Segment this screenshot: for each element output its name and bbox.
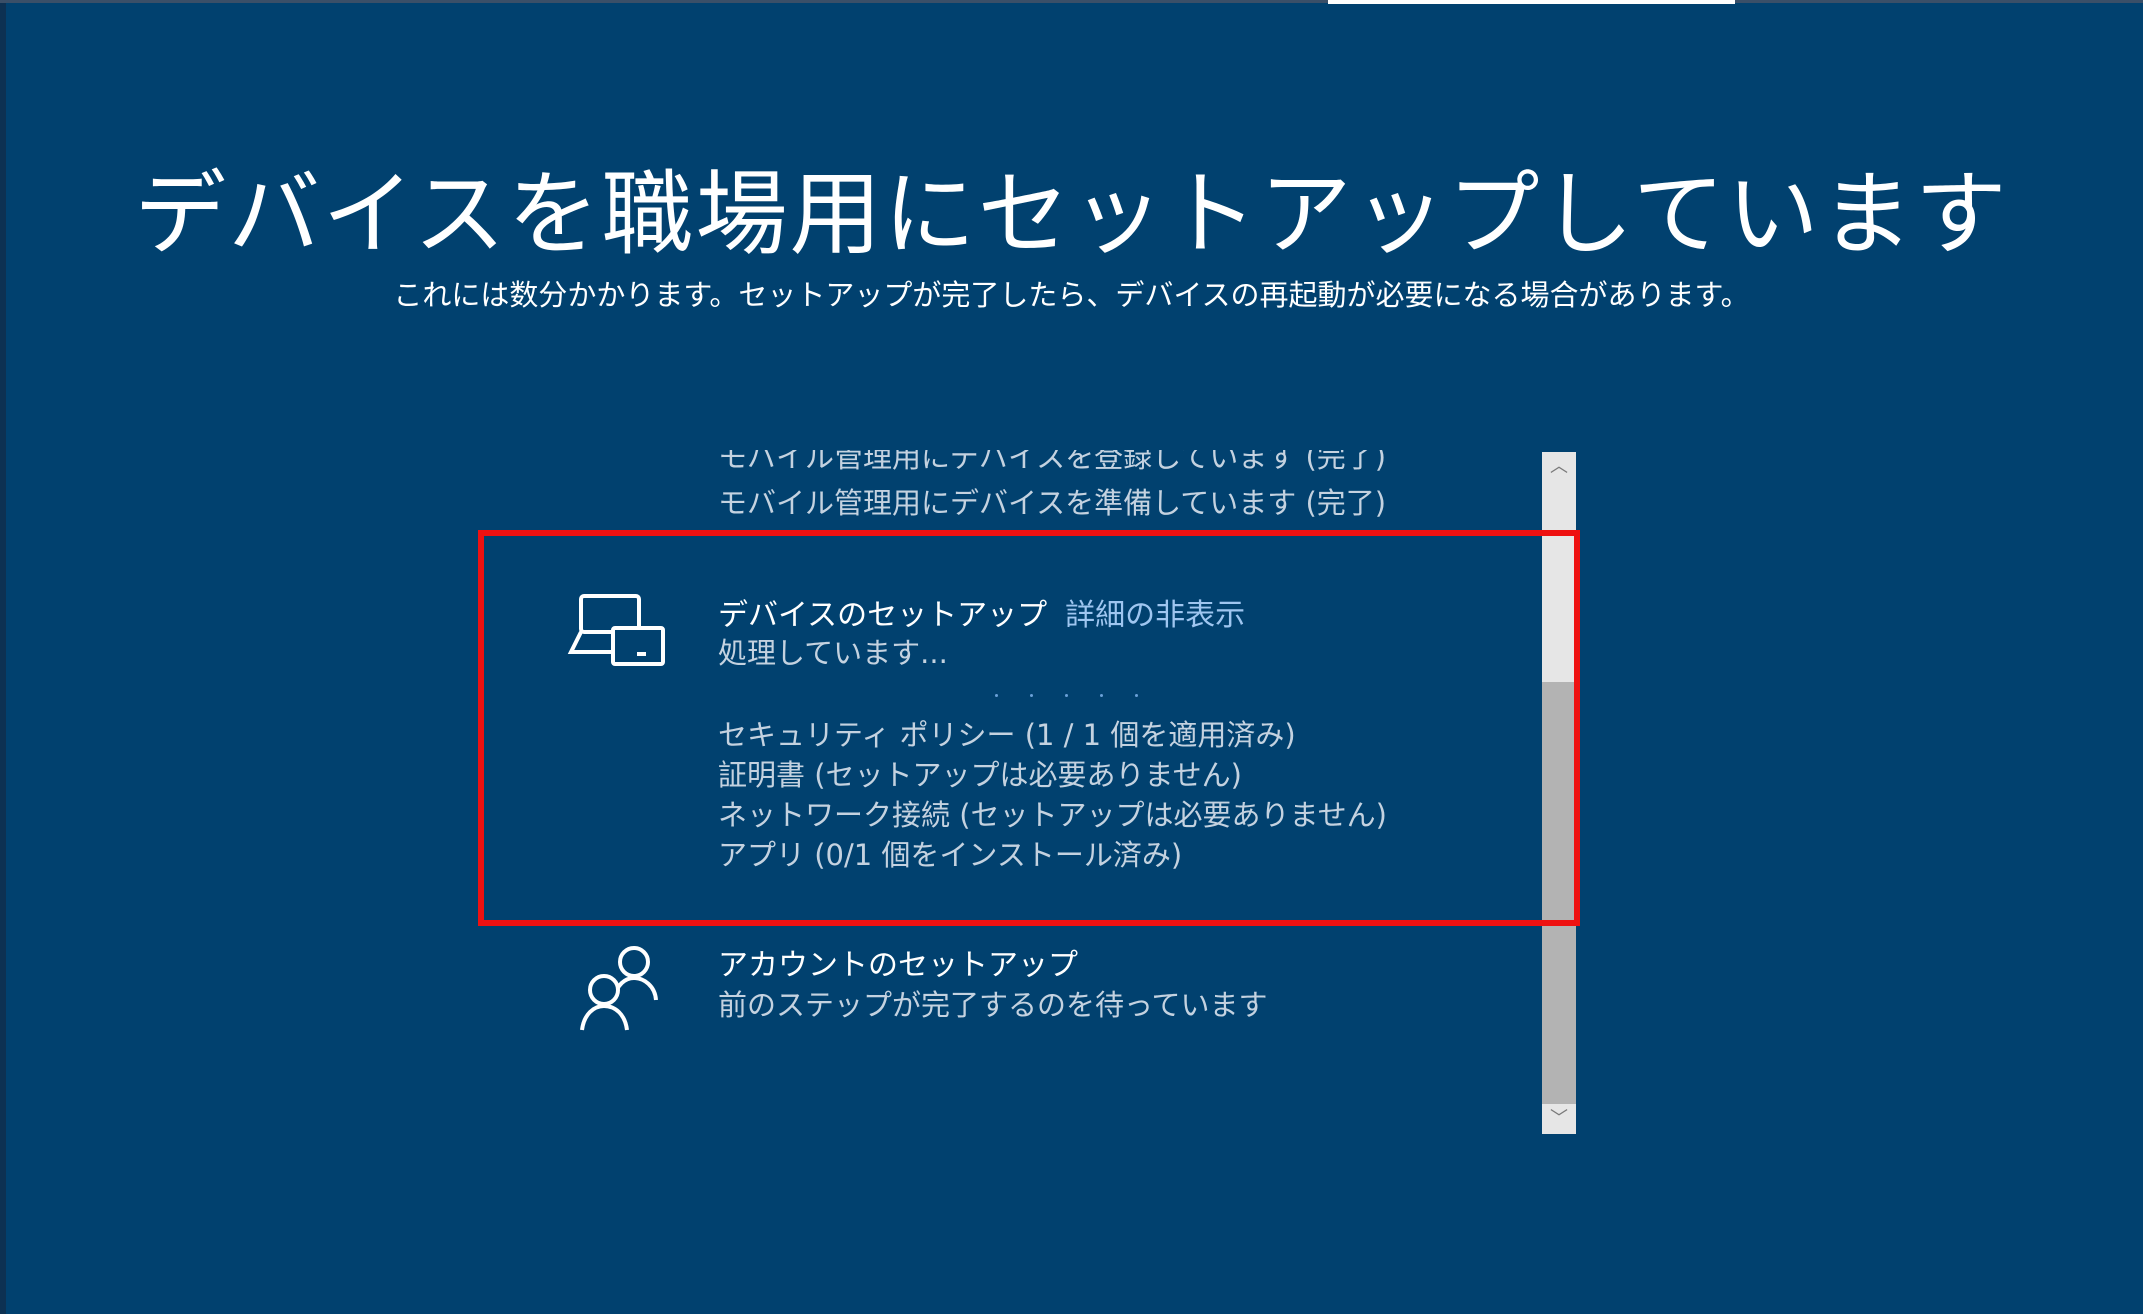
top-window-edge	[0, 0, 2143, 3]
list-scrollbar[interactable]: ︿ ﹀	[1542, 452, 1576, 1134]
detail-certificates: 証明書 (セットアップは必要ありません)	[718, 758, 1242, 792]
completed-step-prepare: モバイル管理用にデバイスを準備しています (完了)	[718, 486, 1387, 520]
detail-security-policy: セキュリティ ポリシー (1 / 1 個を適用済み)	[718, 718, 1296, 752]
completed-step-enroll: モバイル管理用にデバイスを登録しています (完了)	[718, 450, 1387, 474]
page-subtitle: これには数分かかります。セットアップが完了したら、デバイスの再起動が必要になる場…	[393, 278, 1750, 312]
account-setup-title: アカウントのセットアップ	[718, 948, 1078, 983]
device-setup-section: デバイスのセットアップ 詳細の非表示 処理しています... セキュリティ ポリシー…	[560, 590, 1545, 890]
scroll-track[interactable]	[1542, 482, 1576, 1104]
account-setup-section: アカウントのセットアップ 前のステップが完了するのを待っています	[560, 940, 1545, 1040]
device-setup-title: デバイスのセットアップ 詳細の非表示	[718, 590, 1245, 634]
account-setup-status: 前のステップが完了するのを待っています	[718, 988, 1268, 1022]
page-title: デバイスを職場用にセットアップしています	[134, 161, 2009, 268]
top-progress-indicator	[1328, 0, 1735, 4]
device-setup-title-text: デバイスのセットアップ	[718, 598, 1048, 633]
detail-apps: アプリ (0/1 個をインストール済み)	[718, 838, 1183, 872]
detail-network: ネットワーク接続 (セットアップは必要ありません)	[718, 798, 1387, 832]
device-icon	[560, 590, 670, 674]
hide-details-link[interactable]: 詳細の非表示	[1065, 598, 1245, 633]
scroll-up-button[interactable]: ︿	[1542, 452, 1576, 482]
people-icon	[560, 940, 670, 1039]
scroll-down-button[interactable]: ﹀	[1542, 1104, 1576, 1134]
scroll-thumb[interactable]	[1542, 682, 1576, 1104]
device-setup-status: 処理しています...	[718, 636, 948, 670]
oobe-screen: デバイスを職場用にセットアップしています これには数分かかります。セットアップが…	[0, 0, 2143, 1314]
